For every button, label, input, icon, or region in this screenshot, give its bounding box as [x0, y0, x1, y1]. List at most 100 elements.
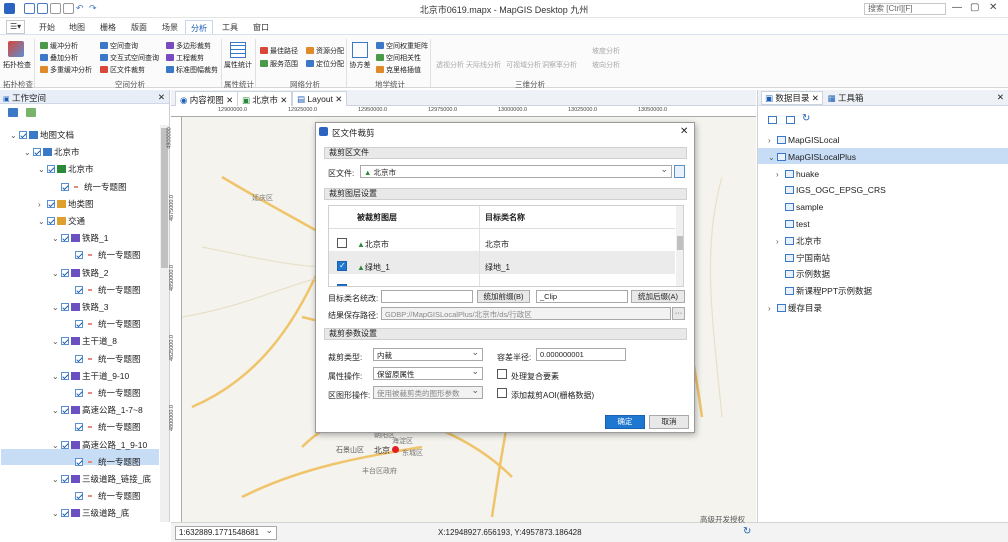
catalog-item[interactable]: IGS_OGC_EPSG_CRS	[776, 182, 886, 198]
catalog-item[interactable]: › huake	[776, 166, 819, 182]
catalog-item[interactable]: 新课程PPT示例数据	[776, 283, 872, 299]
tree-item[interactable]: ⌄ 北京市	[24, 144, 80, 160]
visibility-checkbox[interactable]	[75, 251, 83, 260]
expand-icon[interactable]: ⌄	[52, 231, 61, 247]
panel-close-icon[interactable]: ✕	[158, 92, 165, 103]
tree-item[interactable]: › 地类图	[38, 196, 94, 212]
topology-check-button[interactable]: 拓扑检查	[3, 61, 31, 70]
visibility-checkbox[interactable]	[75, 423, 83, 432]
tab-map[interactable]: 地图	[64, 20, 90, 34]
visibility-checkbox[interactable]	[61, 440, 69, 449]
visibility-checkbox[interactable]	[75, 457, 83, 466]
tree-item[interactable]: 统一专题图	[66, 247, 141, 263]
tree-item[interactable]: ⌄ 地图文档	[10, 127, 74, 143]
tab-data-catalog[interactable]: ▣ 数据目录 ✕	[761, 91, 823, 105]
catalog-item[interactable]: › 北京市	[776, 233, 822, 249]
tree-item[interactable]: ⌄ 高速公路_1-7~8	[52, 402, 143, 418]
expand-icon[interactable]: ›	[768, 133, 777, 149]
tab-scene[interactable]: 场景	[157, 20, 183, 34]
service-area-button[interactable]: 服务范围	[260, 60, 298, 69]
catalog-item[interactable]: sample	[776, 199, 823, 215]
visibility-checkbox[interactable]	[47, 199, 55, 208]
best-path-button[interactable]: 最佳路径	[260, 47, 298, 56]
expand-icon[interactable]: ›	[768, 301, 777, 317]
expand-icon[interactable]: ⌄	[52, 403, 61, 419]
browse-icon[interactable]	[674, 165, 685, 178]
attribute-stats-button[interactable]: 属性统计	[223, 61, 253, 70]
visibility-checkbox[interactable]	[47, 217, 55, 225]
target-name-cell[interactable]: 北京市	[485, 239, 509, 250]
multi-buffer-button[interactable]: 多重缓冲分析	[40, 66, 92, 75]
spatial-corr-button[interactable]: 空间相关性	[376, 54, 421, 63]
expand-icon[interactable]: ⌄	[10, 128, 19, 144]
kriging-button[interactable]: 克里格插值	[376, 66, 421, 75]
viewshed-button[interactable]: 可视域分析	[506, 61, 541, 70]
visibility-checkbox[interactable]	[61, 182, 69, 191]
tree-item[interactable]: ⌄ 交通	[38, 213, 85, 229]
tree-item[interactable]: ⌄ 高速公路_1_9-10	[52, 437, 147, 453]
add-suffix-button[interactable]: 统加后缀(A)	[631, 290, 685, 303]
scale-select[interactable]: 1:632889.1771548681	[175, 526, 277, 540]
catalog-item[interactable]: › 缓存目录	[768, 300, 822, 316]
spatial-query-button[interactable]: 空间查询	[100, 42, 138, 51]
spatial-weight-button[interactable]: 空间权重矩阵	[376, 42, 428, 51]
shape-op-select[interactable]: 使用被裁剪类的图形参数	[373, 386, 483, 399]
save-path-input[interactable]: GDBP://MapGISLocalPlus/北京市/ds/行政区	[381, 307, 671, 320]
expand-icon[interactable]: ⌄	[52, 334, 61, 350]
tree-item[interactable]: ⌄ 三级道路_链接_底	[52, 471, 151, 487]
covariance-icon[interactable]	[352, 42, 368, 58]
expand-icon[interactable]: ⌄	[52, 438, 61, 454]
slope-button[interactable]: 坡度分析	[592, 47, 620, 56]
expand-icon[interactable]: ⌄	[24, 145, 33, 161]
visibility-checkbox[interactable]	[61, 406, 69, 415]
expand-icon[interactable]: ⌄	[52, 506, 61, 522]
cancel-button[interactable]: 取消	[649, 415, 689, 429]
expand-icon[interactable]: ⌄	[768, 150, 777, 166]
visibility-checkbox[interactable]	[61, 371, 69, 380]
visibility-checkbox[interactable]	[61, 475, 69, 483]
perspective-analysis-button[interactable]: 透视分析	[436, 61, 464, 70]
interactive-query-button[interactable]: 交互式空间查询	[100, 54, 159, 63]
layer-checkbox[interactable]: ✓	[337, 284, 347, 286]
catalog-item[interactable]: 宁国南站	[776, 250, 830, 266]
visibility-checkbox[interactable]	[75, 492, 83, 501]
tree-item[interactable]: 统一专题图	[66, 385, 141, 401]
visibility-checkbox[interactable]	[19, 131, 27, 139]
sheet-clip-button[interactable]: 标准图幅裁剪	[166, 66, 218, 75]
catalog-item[interactable]: 示例数据	[776, 266, 830, 282]
visibility-checkbox[interactable]	[75, 389, 83, 397]
minimize-button[interactable]: —	[952, 2, 962, 13]
tolerance-input[interactable]: 0.000000001	[536, 348, 626, 361]
scrollbar-thumb[interactable]	[161, 128, 168, 268]
tree-item[interactable]: 统一专题图	[66, 419, 141, 435]
covariance-button[interactable]: 协方差	[348, 61, 372, 70]
insight-rate-button[interactable]: 洞察率分析	[542, 61, 577, 70]
tree-item[interactable]: ⌄ 北京市	[38, 161, 94, 177]
tab-beijing-map[interactable]: ▣ 北京市 ✕	[237, 91, 293, 106]
tree-item[interactable]: ⌄ 铁路_3	[52, 299, 108, 315]
layer-checkbox[interactable]: ✓	[337, 261, 347, 271]
maximize-button[interactable]: ▢	[970, 2, 979, 13]
toolbar-icon[interactable]	[8, 108, 18, 117]
buffer-analysis-button[interactable]: 缓冲分析	[40, 42, 78, 51]
tree-item[interactable]: 统一专题图	[66, 316, 141, 332]
region-clip-button[interactable]: 区文件裁剪	[100, 66, 145, 75]
tab-raster[interactable]: 栅格	[95, 20, 121, 34]
location-alloc-button[interactable]: 定位分配	[306, 60, 344, 69]
toolbar-icon[interactable]	[768, 116, 777, 124]
expand-icon[interactable]: ⌄	[52, 369, 61, 385]
tree-item[interactable]: 统一专题图	[66, 454, 141, 470]
expand-icon[interactable]: ›	[776, 234, 785, 250]
expand-icon[interactable]: ⌄	[52, 266, 61, 282]
refresh-icon[interactable]: ↻	[743, 526, 751, 537]
visibility-checkbox[interactable]	[61, 337, 69, 346]
tree-item[interactable]: ⌄ 铁路_1	[52, 230, 108, 246]
tab-content-view[interactable]: ◉ 内容视图 ✕	[175, 91, 239, 106]
skyline-analysis-button[interactable]: 天际线分析	[466, 61, 501, 70]
tree-item[interactable]: 统一专题图	[66, 351, 141, 367]
tree-item[interactable]: 统一专题图	[66, 282, 141, 298]
tab-layout-view[interactable]: ▤ Layout ✕	[292, 91, 348, 106]
add-prefix-button[interactable]: 统加前缀(B)	[477, 290, 530, 303]
app-menu-button[interactable]: ☰▾	[6, 20, 26, 34]
visibility-checkbox[interactable]	[75, 285, 83, 294]
